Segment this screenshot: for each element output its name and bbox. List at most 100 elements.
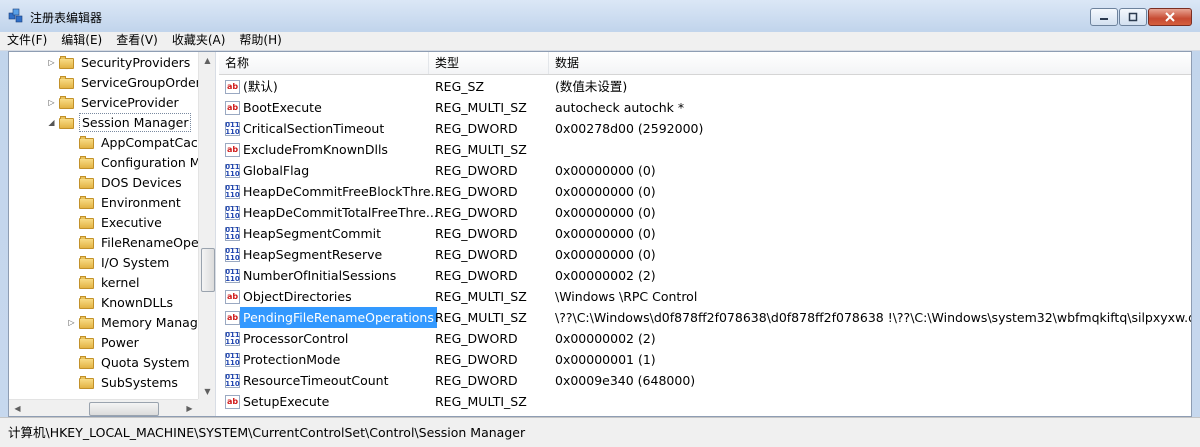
column-header-name[interactable]: 名称 <box>219 52 429 74</box>
tree-node[interactable]: AppCompatCach <box>67 132 208 152</box>
menu-view[interactable]: 查看(V) <box>109 32 165 50</box>
string-value-icon: ab <box>225 289 240 304</box>
tree-node[interactable]: Power <box>67 332 141 352</box>
main-pane: SubSystems Quota System Power ▷ Memory Manag… <box>8 51 1192 417</box>
scroll-right-icon[interactable]: ▶ <box>181 400 198 416</box>
tree-node-label: KnownDLLs <box>101 294 173 310</box>
regedit-app-icon <box>8 8 23 23</box>
folder-icon <box>79 355 95 369</box>
tree-node[interactable]: Environment <box>67 192 183 212</box>
close-button[interactable] <box>1148 8 1192 26</box>
tree-node[interactable]: ▷ SecurityProviders <box>47 52 192 72</box>
table-row[interactable]: 011 110 HeapDeCommitTotalFreeThre... REG_D… <box>219 202 1191 223</box>
folder-icon <box>79 135 95 149</box>
table-row[interactable]: 011 110 ResourceTimeoutCount REG_DWORD 0x00… <box>219 370 1191 391</box>
menu-file[interactable]: 文件(F) <box>0 32 54 50</box>
table-row[interactable]: ab BootExecute REG_MULTI_SZ autocheck autoc… <box>219 97 1191 118</box>
table-row[interactable]: 011 110 GlobalFlag REG_DWORD 0x00000000 (0) <box>219 160 1191 181</box>
table-row[interactable]: 011 110 ProcessorControl REG_DWORD 0x000000… <box>219 328 1191 349</box>
table-row[interactable]: 011 110 HeapSegmentReserve REG_DWORD 0x0000… <box>219 244 1191 265</box>
scroll-up-icon[interactable]: ▲ <box>199 52 215 69</box>
value-type: REG_MULTI_SZ <box>435 310 527 325</box>
value-data: \Windows \RPC Control <box>555 289 698 304</box>
close-icon <box>1165 12 1175 22</box>
tree-node-label: Executive <box>101 214 162 230</box>
value-data: 0x00000000 (0) <box>555 226 656 241</box>
tree-node-label: AppCompatCach <box>101 134 206 150</box>
tree-node[interactable]: I/O System <box>67 252 171 272</box>
value-name: HeapSegmentCommit <box>243 226 382 241</box>
tree-node-label: I/O System <box>101 254 170 270</box>
table-row[interactable]: ab SetupExecute REG_MULTI_SZ <box>219 391 1191 412</box>
value-name-cell: ab PendingFileRenameOperations <box>225 307 437 328</box>
tree-node-label: Quota System <box>101 354 190 370</box>
minimize-button[interactable] <box>1090 8 1118 26</box>
value-type: REG_SZ <box>435 79 485 94</box>
binary-value-icon: 011 110 <box>225 351 240 367</box>
expand-arrow-icon[interactable]: ▷ <box>67 318 76 327</box>
values-list[interactable]: 名称 类型 数据 ab (默认) REG_SZ (数值未设置) ab BootExecut… <box>219 52 1191 416</box>
expand-arrow-icon[interactable]: ◢ <box>47 118 56 127</box>
folder-icon <box>79 175 95 189</box>
tree-node[interactable]: kernel <box>67 272 142 292</box>
tree-vertical-scroll-thumb[interactable] <box>201 248 215 292</box>
tree-node[interactable]: Quota System <box>67 352 192 372</box>
folder-icon <box>79 275 95 289</box>
maximize-icon <box>1128 12 1138 22</box>
tree-node[interactable]: ▷ ServiceProvider <box>47 92 181 112</box>
tree-node[interactable]: DOS Devices <box>67 172 184 192</box>
value-name-cell: 011 110 ResourceTimeoutCount <box>225 370 389 391</box>
tree-node-label: FileRenameOper <box>101 234 204 250</box>
scrollbar-corner <box>198 399 215 416</box>
tree-node-label: SubSystems <box>101 374 178 390</box>
tree-horizontal-scroll-thumb[interactable] <box>89 402 159 416</box>
value-data: 0x0009e340 (648000) <box>555 373 696 388</box>
tree-node[interactable]: Configuration M <box>67 152 203 172</box>
tree-node-label: SecurityProviders <box>81 54 191 70</box>
tree-node[interactable]: Executive <box>67 212 164 232</box>
value-type: REG_DWORD <box>435 205 518 220</box>
expand-arrow-icon[interactable]: ▷ <box>47 58 56 67</box>
expand-arrow-icon[interactable]: ▷ <box>47 98 56 107</box>
value-name: PendingFileRenameOperations <box>240 307 437 328</box>
table-row[interactable]: 011 110 NumberOfInitialSessions REG_DWORD 0… <box>219 265 1191 286</box>
tree-node[interactable]: FileRenameOper <box>67 232 206 252</box>
tree-node[interactable]: ▷ Memory Manag <box>67 312 200 332</box>
table-row[interactable]: ab (默认) REG_SZ (数值未设置) <box>219 76 1191 97</box>
tree-node[interactable]: ServiceGroupOrder <box>47 72 203 92</box>
table-row[interactable]: ab ExcludeFromKnownDlls REG_MULTI_SZ <box>219 139 1191 160</box>
value-data: 0x00000002 (2) <box>555 331 656 346</box>
folder-icon <box>79 315 95 329</box>
column-header-data[interactable]: 数据 <box>549 52 1191 74</box>
table-row[interactable]: 011 110 HeapDeCommitFreeBlockThre... REG_D… <box>219 181 1191 202</box>
menu-help[interactable]: 帮助(H) <box>232 32 288 50</box>
value-data: 0x00000000 (0) <box>555 247 656 262</box>
table-row[interactable]: 011 110 HeapSegmentCommit REG_DWORD 0x00000… <box>219 223 1191 244</box>
table-row[interactable]: 011 110 CriticalSectionTimeout REG_DWORD 0x… <box>219 118 1191 139</box>
tree-node[interactable]: SubSystems <box>67 372 180 392</box>
regedit-window: 注册表编辑器 文件(F) 编辑(E) 查看(V) 收藏夹(A) 帮助(H) Su… <box>0 0 1200 447</box>
menu-favorites[interactable]: 收藏夹(A) <box>165 32 233 50</box>
menu-bar: 文件(F) 编辑(E) 查看(V) 收藏夹(A) 帮助(H) <box>0 32 1200 51</box>
scroll-down-icon[interactable]: ▼ <box>199 383 215 400</box>
scroll-left-icon[interactable]: ◀ <box>9 400 26 416</box>
tree-vertical-scrollbar[interactable]: ▲ ▼ <box>198 52 215 400</box>
value-type: REG_DWORD <box>435 268 518 283</box>
table-row[interactable]: ab ObjectDirectories REG_MULTI_SZ \Windows … <box>219 286 1191 307</box>
value-name-cell: 011 110 HeapDeCommitTotalFreeThre... <box>225 202 438 223</box>
maximize-button[interactable] <box>1119 8 1147 26</box>
value-type: REG_MULTI_SZ <box>435 100 527 115</box>
column-header-type[interactable]: 类型 <box>429 52 549 74</box>
binary-value-icon: 011 110 <box>225 204 240 220</box>
value-name: ObjectDirectories <box>243 289 352 304</box>
table-row[interactable]: 011 110 ProtectionMode REG_DWORD 0x00000001… <box>219 349 1191 370</box>
tree-horizontal-scrollbar[interactable]: ◀ ▶ <box>9 399 198 416</box>
menu-edit[interactable]: 编辑(E) <box>54 32 109 50</box>
tree-node[interactable]: ◢ Session Manager <box>47 112 192 132</box>
key-tree[interactable]: SubSystems Quota System Power ▷ Memory Manag… <box>9 52 215 416</box>
value-type: REG_DWORD <box>435 331 518 346</box>
string-value-icon: ab <box>225 100 240 115</box>
tree-node[interactable]: KnownDLLs <box>67 292 175 312</box>
status-bar: 计算机\HKEY_LOCAL_MACHINE\SYSTEM\CurrentCon… <box>0 417 1200 447</box>
table-row[interactable]: ab PendingFileRenameOperations REG_MULTI_S… <box>219 307 1191 328</box>
